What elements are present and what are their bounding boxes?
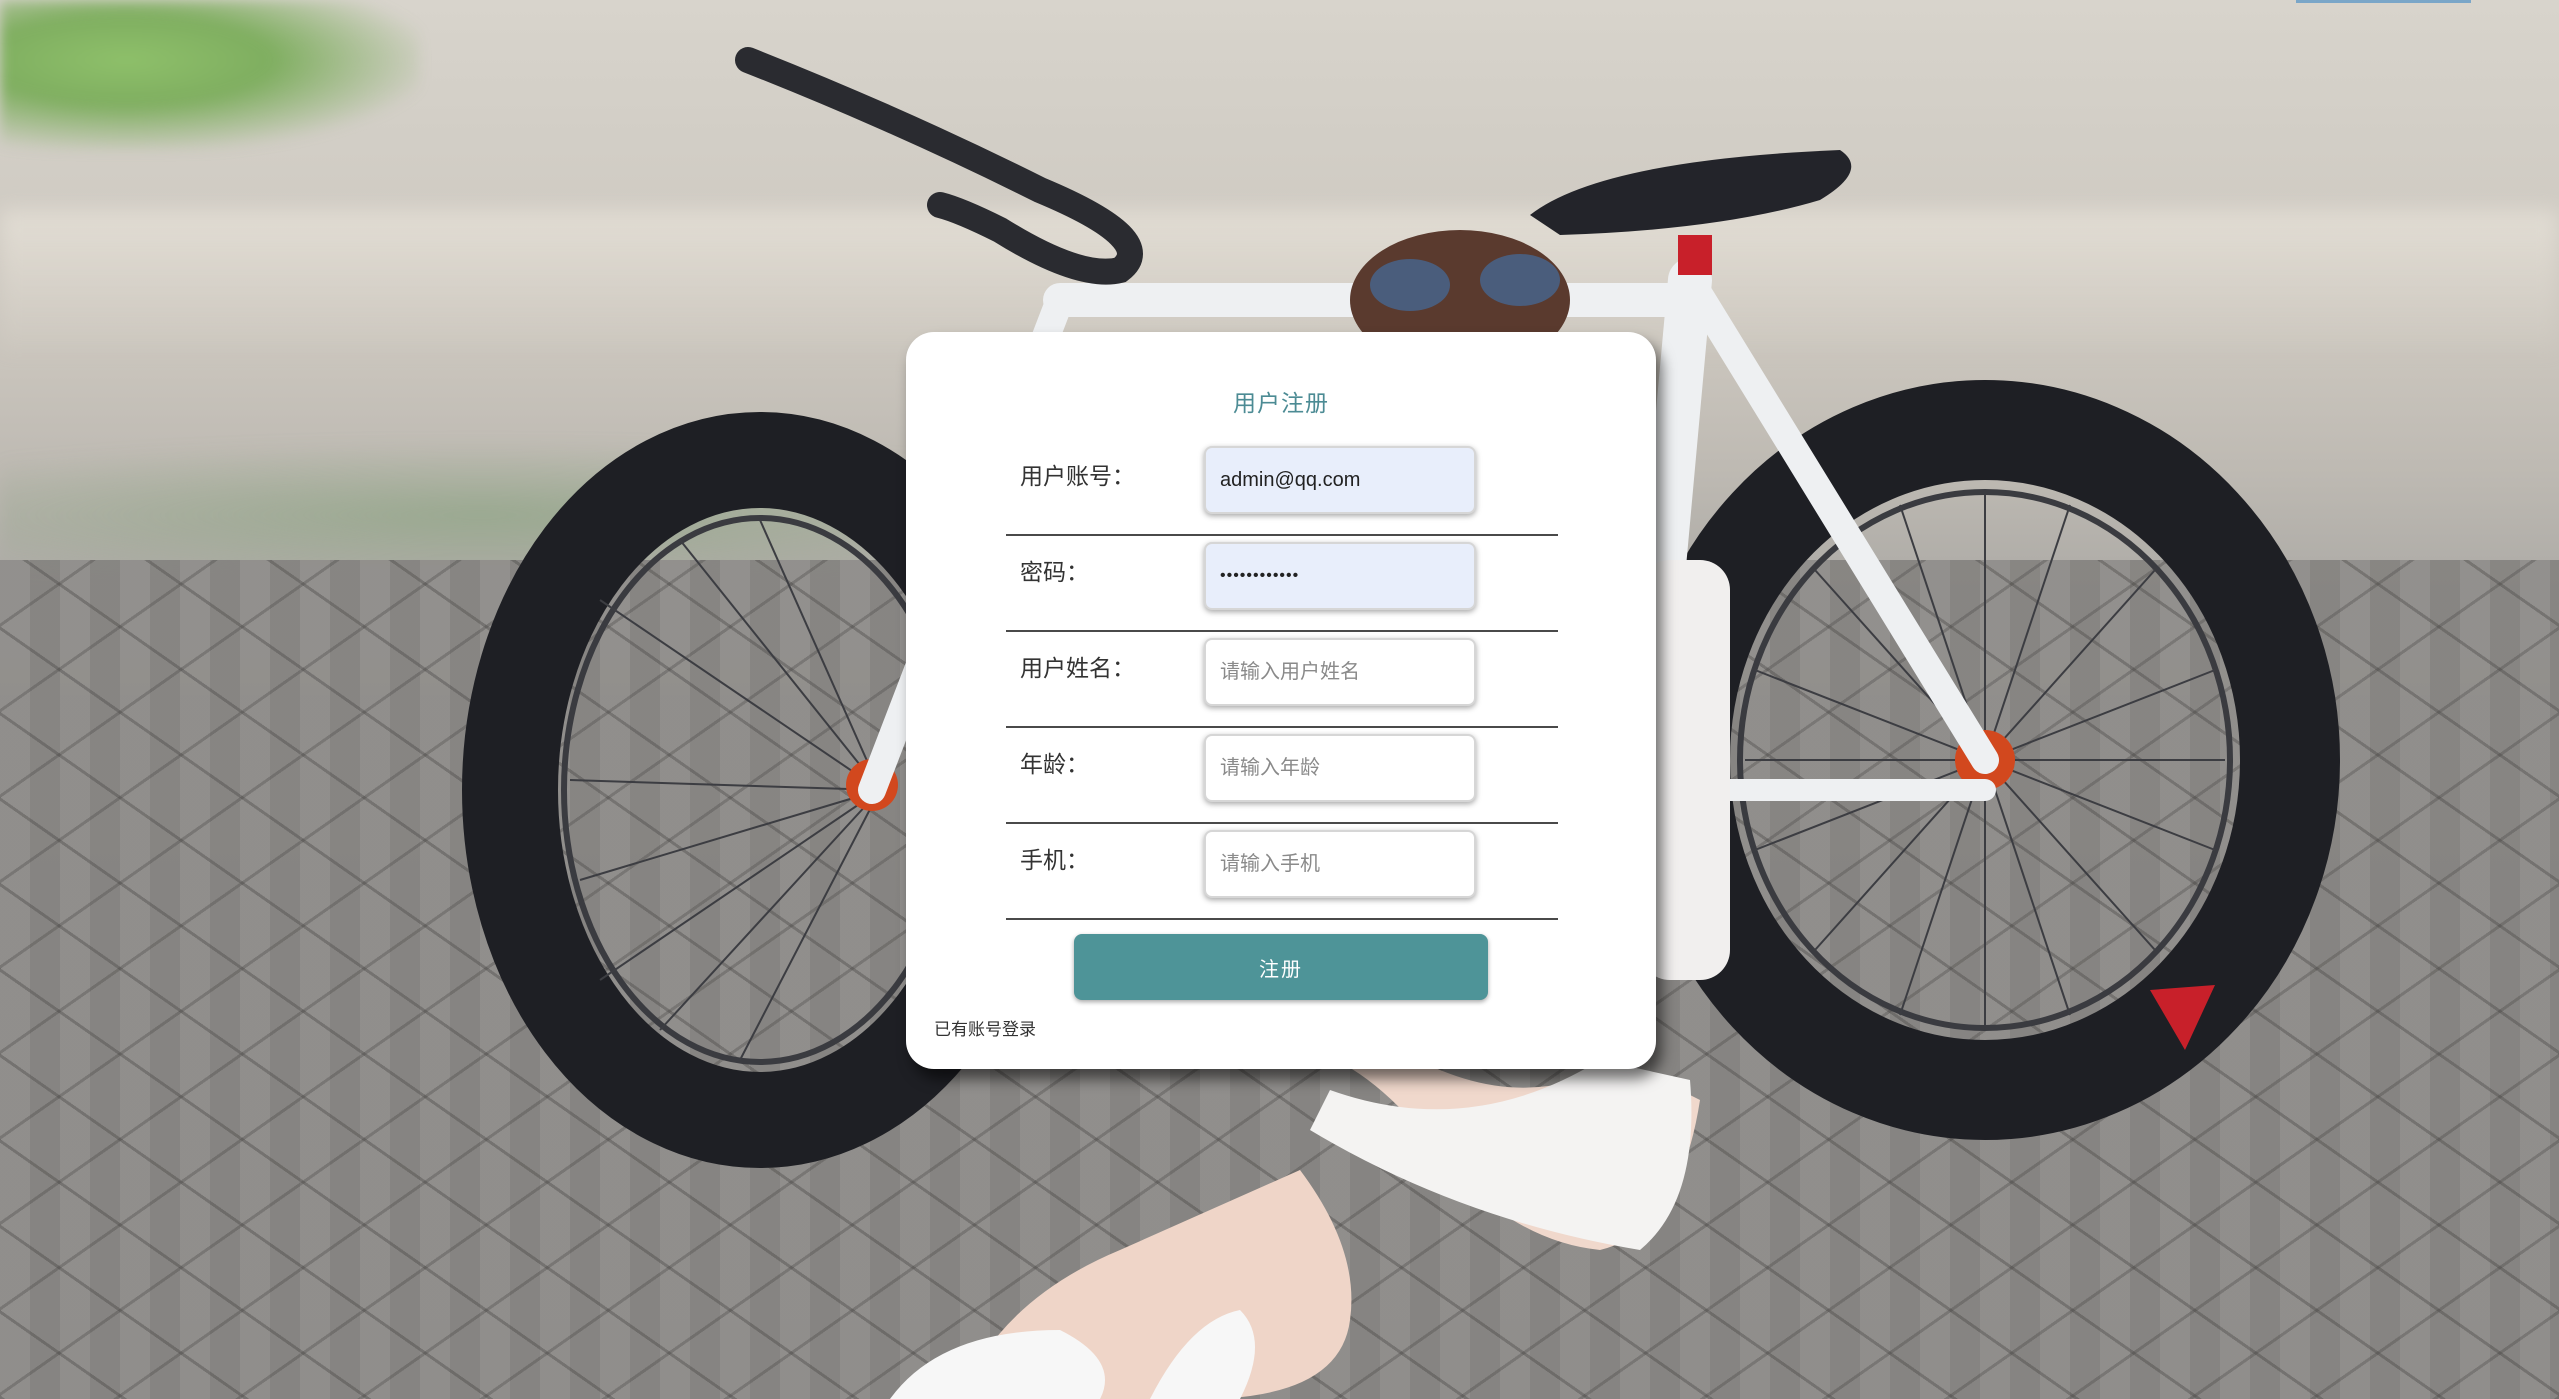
form-row-account: 用户账号： bbox=[1006, 440, 1558, 536]
form-row-username: 用户姓名： bbox=[1006, 632, 1558, 728]
age-label: 年龄： bbox=[1020, 752, 1089, 778]
seat-clamp bbox=[1678, 235, 1712, 275]
page-title: 用户注册 bbox=[1233, 391, 1329, 417]
password-label: 密码： bbox=[1020, 560, 1089, 586]
username-input[interactable] bbox=[1204, 638, 1476, 706]
top-accent-bar bbox=[2296, 0, 2471, 3]
register-card: 用户注册 用户账号： 密码： 用户姓名： 年龄： 手机： 注册 已有账号登录 bbox=[906, 332, 1656, 1069]
account-label: 用户账号： bbox=[1020, 464, 1135, 490]
page-background: 用户注册 用户账号： 密码： 用户姓名： 年龄： 手机： 注册 已有账号登录 bbox=[0, 0, 2559, 1399]
form-row-password: 密码： bbox=[1006, 536, 1558, 632]
phone-label: 手机： bbox=[1020, 848, 1089, 874]
phone-input[interactable] bbox=[1204, 830, 1476, 898]
login-link[interactable]: 已有账号登录 bbox=[934, 1015, 1036, 1040]
form-row-phone: 手机： bbox=[1006, 824, 1558, 920]
saddle bbox=[1530, 150, 1852, 235]
register-button[interactable]: 注册 bbox=[1074, 934, 1488, 1000]
password-input[interactable] bbox=[1204, 542, 1476, 610]
username-label: 用户姓名： bbox=[1020, 656, 1135, 682]
handlebar bbox=[735, 47, 1143, 285]
account-input[interactable] bbox=[1204, 446, 1476, 514]
age-input[interactable] bbox=[1204, 734, 1476, 802]
form-row-age: 年龄： bbox=[1006, 728, 1558, 824]
